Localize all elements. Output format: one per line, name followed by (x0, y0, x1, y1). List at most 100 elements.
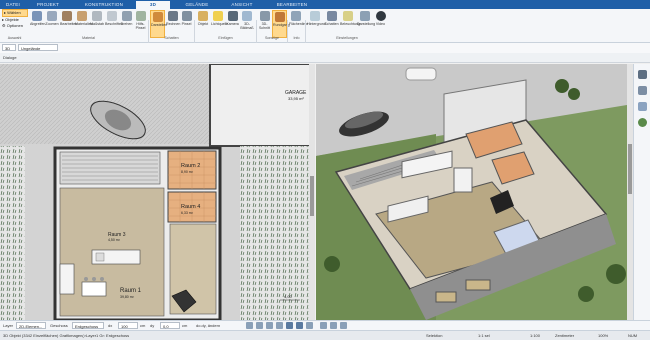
ribbon-btn-drehen[interactable]: Drehen (120, 10, 133, 36)
group-label-info: Info (293, 36, 300, 40)
ribbon-btn-3d-schnitt[interactable]: 3D-Schnitt (258, 10, 271, 36)
fridge-3d (453, 167, 473, 193)
tab-gelaende[interactable]: GELÄNDE (182, 1, 212, 9)
kitchen-island (59, 263, 75, 295)
group-label-schatten: Schatten (164, 36, 179, 40)
options-button[interactable]: ⚙ Optionen (2, 23, 28, 29)
ribbon-btn-3d-bildmass[interactable]: 3D-Bildmaß (240, 10, 254, 36)
floor-select[interactable]: Erdgeschoss (72, 322, 104, 329)
scale-icon (92, 11, 102, 21)
dimension-label: 4,00 (284, 294, 293, 299)
ribbon-btn-objekt[interactable]: Objekt (196, 10, 210, 36)
brush-icon (135, 11, 146, 21)
snap-icon[interactable] (246, 322, 253, 329)
view-toolbar: 3D Ungelände (0, 43, 650, 53)
tab-bearbeiten[interactable]: BEARBEITEN (272, 1, 312, 9)
ribbon-btn-hilfs-pinsel[interactable]: Hilfs-Pinsel (134, 10, 147, 36)
plan-scroll-thumb (310, 176, 314, 216)
dy-label: dy (150, 323, 155, 328)
zoom-icon (47, 11, 57, 21)
dx-input[interactable]: 100 (118, 322, 138, 329)
ribbon-btn-lichtquelle[interactable]: Lichtquelle (211, 10, 228, 36)
mode-select[interactable]: Ungelände (18, 44, 58, 51)
room-4-label: Raum 4 (181, 204, 200, 210)
tab-ansicht[interactable]: ANSICHT (227, 1, 257, 9)
ribbon-btn-flaechenlinie[interactable]: Flächenlinie (289, 10, 308, 36)
3d-scroll-thumb (628, 144, 632, 194)
floor-label: Geschoss (50, 323, 68, 328)
ribbon-btn-massstab[interactable]: Maßstab (90, 10, 104, 36)
floor-plan-view[interactable]: GARAGE 33,95 m² Raum 2 8,90 m² Raum 4 6,… (0, 64, 315, 320)
right-sidebar (633, 64, 650, 320)
angle-label: do.dy, ändern (196, 323, 221, 328)
ribbon-btn-rundgang[interactable]: Rundgang (272, 10, 290, 38)
room-3-area: 4,50 m² (108, 238, 121, 242)
layer-select[interactable]: 2D-Elemen... (16, 322, 46, 329)
object-snap-icon[interactable] (306, 322, 313, 329)
planting-left (0, 146, 25, 320)
tree-icon[interactable] (638, 118, 647, 127)
calculate-icon (167, 11, 178, 21)
ribbon-btn-darstellen[interactable]: Darstellen (150, 10, 167, 38)
zoom-fit-icon[interactable] (340, 322, 347, 329)
group-label-material: Material (82, 36, 95, 40)
ribbon-btn-zoomen[interactable]: Zoomen (45, 10, 59, 36)
dx-unit: cm (140, 323, 146, 328)
dialog-label: Dialoge (3, 55, 17, 60)
background-icon (310, 11, 320, 21)
ribbon-btn-abgreifen[interactable]: Abgreifen (30, 10, 45, 36)
room-1-label: Raum 1 (120, 288, 142, 294)
dx-label: dx (108, 323, 113, 328)
walk-icon (274, 12, 285, 22)
zoom-out-icon[interactable] (330, 322, 337, 329)
planting-right (240, 146, 315, 320)
tab-datei[interactable]: DATEI (2, 1, 24, 9)
tab-3d[interactable]: 3D (136, 1, 170, 9)
group-label-einfuegen: Einfügen (218, 36, 233, 40)
zoom-in-icon[interactable] (320, 322, 327, 329)
light-icon (213, 11, 223, 21)
ribbon-btn-beschriften[interactable]: Beschriften (105, 10, 123, 36)
camera-icon (227, 11, 238, 21)
room-1-area: 39,80 m² (120, 295, 135, 299)
tab-konstruktion[interactable]: KONSTRUKTION (78, 1, 130, 9)
layers-icon[interactable] (638, 70, 647, 79)
measure-icon[interactable] (296, 322, 303, 329)
garage (209, 64, 315, 147)
shadow-icon (326, 11, 337, 21)
render-icon (152, 12, 163, 22)
house-icon[interactable] (638, 86, 647, 95)
ribbon-btn-hintergrund[interactable]: Hintergrund (307, 10, 326, 36)
object-icon (198, 11, 208, 21)
ribbon-btn-rechnen[interactable]: Rechnen (166, 10, 180, 36)
eyedropper-icon (32, 11, 42, 21)
angle-icon[interactable] (276, 322, 283, 329)
magnet-icon[interactable] (286, 322, 293, 329)
3d-canvas (316, 64, 633, 320)
group-label-sonstige: Sonstige (265, 36, 279, 40)
section-icon (259, 11, 270, 21)
view-select[interactable]: 3D (2, 44, 16, 51)
garage-area: 33,95 m² (288, 96, 304, 101)
ribbon-btn-kamera[interactable]: Kamera (226, 10, 239, 36)
ribbon-btn-pinsel[interactable]: Pinsel (180, 10, 193, 36)
ribbon-btn-beleuchtung[interactable]: Beleuchtung (340, 10, 360, 36)
layer-label: Layer (3, 323, 14, 328)
texture-icon[interactable] (638, 102, 647, 111)
ribbon-btn-schatten[interactable]: Schatten (324, 10, 339, 36)
paintbrush-icon (181, 11, 192, 21)
rotate-icon (121, 11, 132, 21)
select-button[interactable]: ▸ Wählen (2, 9, 28, 17)
tab-projekt[interactable]: PROJEKT (34, 1, 62, 9)
ribbon-btn-materialien[interactable]: Materialien (75, 10, 93, 36)
staircase (59, 151, 161, 185)
grid-icon[interactable] (256, 322, 263, 329)
ribbon: ▸ Wählen ▸ Objekte ⚙ Optionen Abgreifen … (0, 9, 650, 48)
dy-input[interactable]: 0,0 (160, 322, 180, 329)
ribbon-btn-video[interactable]: Video (374, 10, 387, 36)
ortho-icon[interactable] (266, 322, 273, 329)
ribbon-btn-bearbeiten[interactable]: Bearbeiten (60, 10, 77, 36)
ribbon-btn-darstellung[interactable]: Darstellung (357, 10, 375, 36)
ribbon-left-group: ▸ Wählen ▸ Objekte ⚙ Optionen (2, 9, 28, 29)
3d-view[interactable] (316, 64, 633, 320)
